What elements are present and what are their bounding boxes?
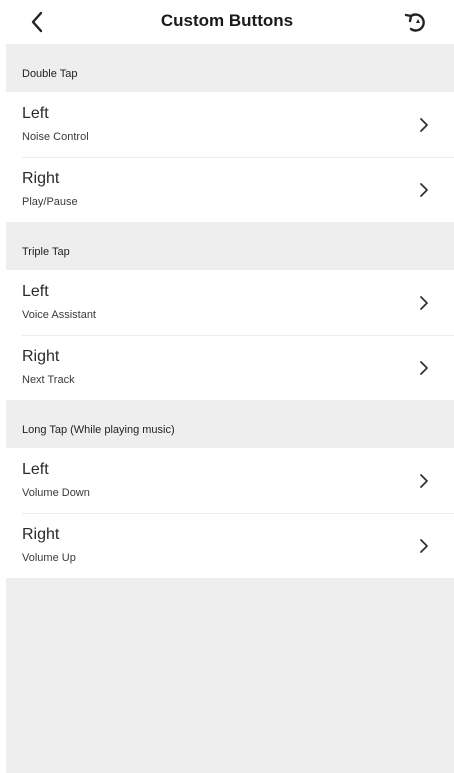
row-title: Left xyxy=(22,283,49,300)
row-value: Noise Control xyxy=(22,131,89,143)
double-tap-right-row[interactable]: Right Play/Pause xyxy=(6,157,454,222)
chevron-right-icon xyxy=(420,296,428,310)
navigation-bar: Custom Buttons xyxy=(0,0,454,44)
row-title: Right xyxy=(22,348,60,365)
row-value: Volume Up xyxy=(22,552,76,564)
row-title: Left xyxy=(22,105,49,122)
reset-icon xyxy=(404,13,425,32)
row-value: Volume Down xyxy=(22,487,90,499)
triple-tap-right-row[interactable]: Right Next Track xyxy=(6,335,454,400)
triple-tap-group: Left Voice Assistant Right Next Track xyxy=(6,270,454,400)
row-title: Right xyxy=(22,526,60,543)
long-tap-right-row[interactable]: Right Volume Up xyxy=(6,513,454,578)
section-header-triple-tap: Triple Tap xyxy=(22,246,70,258)
chevron-right-icon xyxy=(420,361,428,375)
section-header-double-tap: Double Tap xyxy=(22,68,78,80)
reset-button[interactable] xyxy=(402,7,432,37)
chevron-right-icon xyxy=(420,474,428,488)
row-value: Voice Assistant xyxy=(22,309,96,321)
long-tap-group: Left Volume Down Right Volume Up xyxy=(6,448,454,578)
double-tap-group: Left Noise Control Right Play/Pause xyxy=(6,92,454,222)
custom-buttons-screen: Custom Buttons Double Tap Left Noise Con… xyxy=(0,0,454,773)
chevron-right-icon xyxy=(420,539,428,553)
triple-tap-left-row[interactable]: Left Voice Assistant xyxy=(6,270,454,335)
double-tap-left-row[interactable]: Left Noise Control xyxy=(6,92,454,157)
settings-list: Double Tap Left Noise Control Right Play… xyxy=(6,44,454,773)
row-title: Right xyxy=(22,170,60,187)
row-value: Next Track xyxy=(22,374,75,386)
chevron-right-icon xyxy=(420,118,428,132)
section-header-long-tap: Long Tap (While playing music) xyxy=(22,424,175,436)
row-value: Play/Pause xyxy=(22,196,78,208)
row-title: Left xyxy=(22,461,49,478)
long-tap-left-row[interactable]: Left Volume Down xyxy=(6,448,454,513)
page-title: Custom Buttons xyxy=(160,11,294,30)
chevron-right-icon xyxy=(420,183,428,197)
